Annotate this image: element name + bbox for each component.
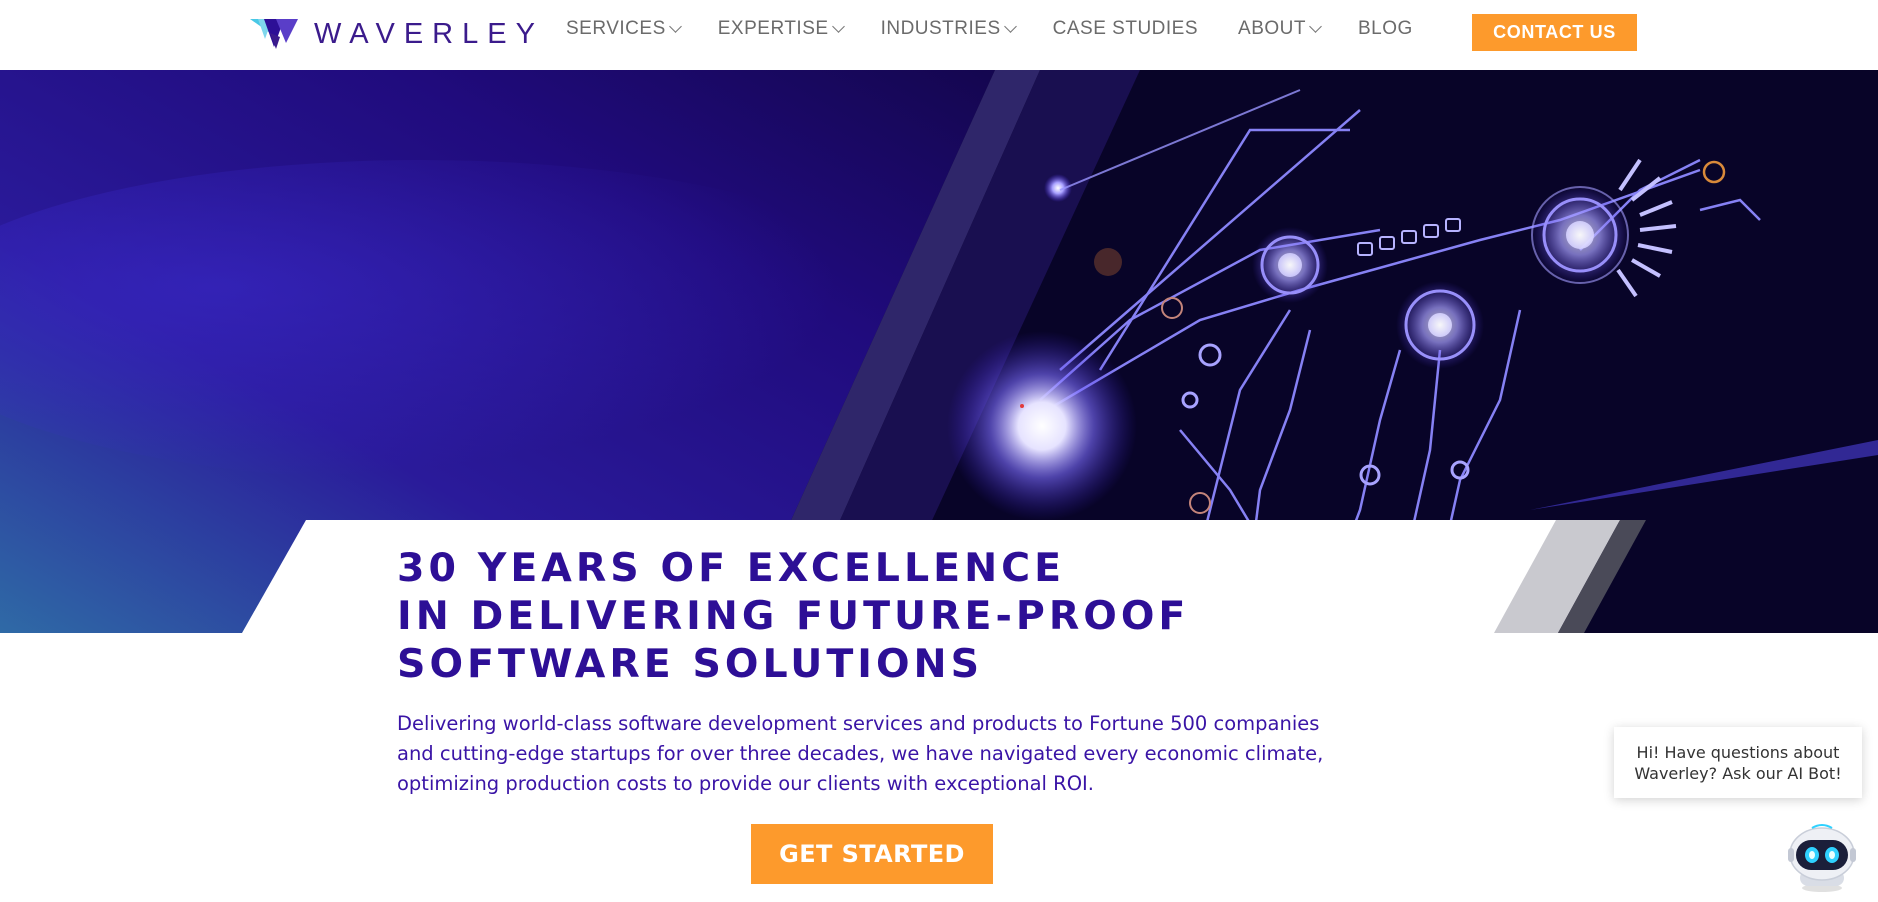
get-started-button[interactable]: GET STARTED bbox=[751, 824, 993, 884]
main-nav: SERVICES EXPERTISE INDUSTRIES CASE STUDI… bbox=[566, 16, 1413, 42]
chat-prompt-text: Hi! Have questions about Waverley? Ask o… bbox=[1634, 742, 1842, 783]
hero-description: Delivering world-class software developm… bbox=[397, 712, 1324, 795]
logo[interactable]: WAVERLEY bbox=[250, 16, 544, 52]
nav-item-expertise[interactable]: EXPERTISE bbox=[717, 18, 845, 40]
hero-headline: 30 YEARS OF EXCELLENCE IN DELIVERING FUT… bbox=[397, 544, 1189, 688]
hero-headline-line: IN DELIVERING FUTURE-PROOF bbox=[397, 593, 1190, 639]
nav-item-label: BLOG bbox=[1357, 18, 1413, 39]
chevron-down-icon bbox=[1309, 19, 1322, 33]
nav-item-label: CASE STUDIES bbox=[1052, 18, 1199, 39]
contact-us-button[interactable]: CONTACT US bbox=[1472, 14, 1637, 51]
nav-item-label: ABOUT bbox=[1238, 18, 1306, 39]
nav-item-services[interactable]: SERVICES bbox=[566, 18, 682, 40]
site-header: WAVERLEY SERVICES EXPERTISE INDUSTRIES C… bbox=[0, 0, 1878, 70]
chevron-down-icon bbox=[831, 19, 845, 33]
chat-prompt-bubble[interactable]: Hi! Have questions about Waverley? Ask o… bbox=[1614, 727, 1862, 798]
nav-item-about[interactable]: ABOUT bbox=[1238, 18, 1322, 40]
nav-item-case-studies[interactable]: CASE STUDIES bbox=[1053, 18, 1198, 40]
nav-item-label: SERVICES bbox=[566, 18, 666, 39]
chat-bot-launcher[interactable] bbox=[1784, 818, 1860, 894]
chevron-down-icon bbox=[668, 19, 682, 33]
logo-wordmark: WAVERLEY bbox=[314, 17, 544, 50]
nav-item-industries[interactable]: INDUSTRIES bbox=[880, 18, 1017, 40]
nav-item-label: INDUSTRIES bbox=[880, 18, 1001, 39]
nav-item-label: EXPERTISE bbox=[717, 18, 829, 39]
hero-headline-line: SOFTWARE SOLUTIONS bbox=[397, 641, 984, 687]
nav-item-blog[interactable]: BLOG bbox=[1358, 18, 1413, 40]
chevron-down-icon bbox=[1003, 19, 1017, 33]
hero-headline-line: 30 YEARS OF EXCELLENCE bbox=[397, 545, 1066, 591]
waverley-logo-icon bbox=[250, 19, 298, 49]
robot-icon bbox=[1788, 824, 1856, 892]
page: WAVERLEY SERVICES EXPERTISE INDUSTRIES C… bbox=[0, 0, 1878, 902]
